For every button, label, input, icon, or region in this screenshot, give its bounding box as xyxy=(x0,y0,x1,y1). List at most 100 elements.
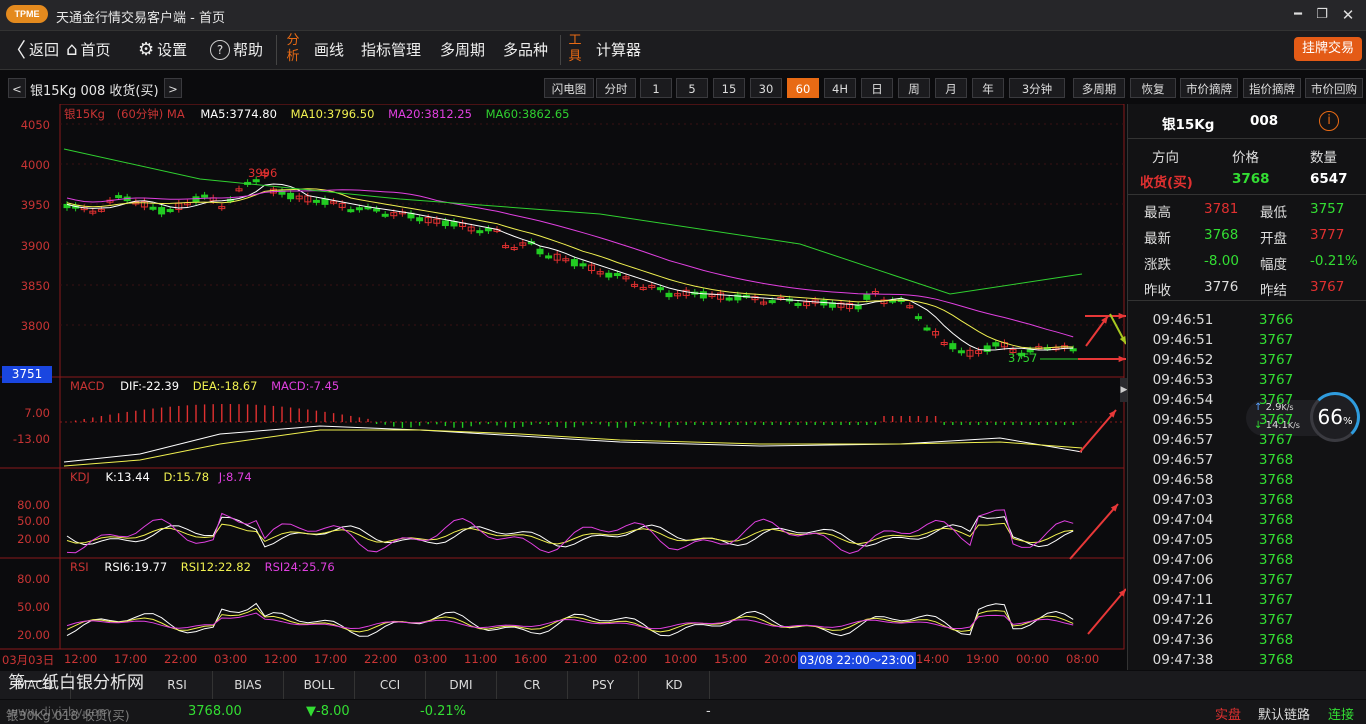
tick-price: 3768 xyxy=(1258,652,1294,668)
annotation-arrow-head xyxy=(1118,355,1126,363)
next-symbol-button[interactable]: > xyxy=(164,78,182,98)
period-button[interactable]: 30 xyxy=(750,78,782,98)
macd-label: MACD xyxy=(70,379,105,393)
indicator-tab[interactable]: BOLL xyxy=(284,671,355,699)
period-button[interactable]: 年 xyxy=(972,78,1004,98)
draw-line-menu[interactable]: 画线 xyxy=(314,31,344,69)
candle-body xyxy=(355,207,363,211)
toolbar-action-button[interactable]: 市价回购 xyxy=(1305,78,1363,98)
candle-body xyxy=(321,198,329,205)
tick-price: 3768 xyxy=(1258,532,1294,548)
candle-body xyxy=(605,272,613,278)
period-button[interactable]: 分时 xyxy=(596,78,636,98)
stat-value: -0.21% xyxy=(1310,253,1358,269)
toolbar-action-button[interactable]: 多周期 xyxy=(1073,78,1125,98)
quote-panel: 银15Kg 008 i 方向 价格 数量 收货(买) 3768 6547 ↑ 2… xyxy=(1127,104,1366,670)
tick-time: 09:47:38 xyxy=(1152,652,1214,668)
home-label: 首页 xyxy=(80,41,111,59)
period-button[interactable]: 5 xyxy=(676,78,708,98)
indicator-tab[interactable]: CR xyxy=(497,671,568,699)
listing-trade-button[interactable]: 挂牌交易 xyxy=(1294,37,1362,61)
back-button[interactable]: 〈 返回 xyxy=(6,31,59,69)
stat-label: 幅度 xyxy=(1260,257,1287,273)
candle-body xyxy=(570,259,578,267)
legend-ma20: MA20:3812.25 xyxy=(388,107,472,121)
help-button[interactable]: ? 帮助 xyxy=(210,31,263,69)
close-icon[interactable]: ✕ xyxy=(1338,6,1358,24)
multi-product-menu[interactable]: 多品种 xyxy=(503,31,548,69)
indicator-tab[interactable]: DMI xyxy=(426,671,497,699)
cpu-usage-gauge[interactable]: 66% xyxy=(1310,392,1360,442)
watermark-url: www.diyizby.com xyxy=(8,705,111,719)
quantity-header: 数量 xyxy=(1310,150,1337,166)
period-button[interactable]: 4H xyxy=(824,78,856,98)
candle-body xyxy=(914,316,922,320)
candle-body xyxy=(115,195,123,199)
indicator-tab[interactable]: BIAS xyxy=(213,671,284,699)
divider xyxy=(1128,138,1366,139)
calculator-menu[interactable]: 计算器 xyxy=(596,31,641,69)
rsi-24: RSI24:25.76 xyxy=(264,560,335,574)
tick-price: 3767 xyxy=(1258,572,1294,588)
kdj-j-line xyxy=(66,509,1074,555)
stat-value: -8.00 xyxy=(1204,253,1239,269)
toolbar-action-button[interactable]: 指价摘牌 xyxy=(1243,78,1301,98)
period-button[interactable]: 月 xyxy=(935,78,967,98)
multi-period-menu[interactable]: 多周期 xyxy=(440,31,485,69)
period-button[interactable]: 日 xyxy=(861,78,893,98)
indicator-tab[interactable]: CCI xyxy=(355,671,426,699)
stat-label: 最低 xyxy=(1260,205,1287,221)
minimize-icon[interactable]: ━ xyxy=(1288,6,1308,24)
tick-price: 3766 xyxy=(1258,312,1294,328)
stat-value: 3757 xyxy=(1310,201,1345,217)
info-icon[interactable]: i xyxy=(1319,111,1339,131)
x-tick-label: 12:00 xyxy=(264,652,298,666)
toolbar-action-button[interactable]: 恢复 xyxy=(1130,78,1176,98)
tools-group-label: 工具 xyxy=(568,33,582,64)
stat-value: 3768 xyxy=(1204,227,1239,243)
toolbar-action-button[interactable]: 市价摘牌 xyxy=(1180,78,1238,98)
rsi-12: RSI12:22.82 xyxy=(180,560,251,574)
home-button[interactable]: ⌂ 首页 xyxy=(66,31,110,69)
indicator-management-menu[interactable]: 指标管理 xyxy=(361,31,421,69)
low-price-label: 3757 xyxy=(1008,351,1038,365)
link-selector[interactable]: 默认链路 xyxy=(1258,704,1310,723)
stat-label: 昨结 xyxy=(1260,283,1287,299)
y-tick: 3950 xyxy=(20,198,50,212)
indicator-tab[interactable]: RSI xyxy=(142,671,213,699)
kdj-label: KDJ xyxy=(70,470,90,484)
period-button[interactable]: 周 xyxy=(898,78,930,98)
period-button[interactable]: 闪电图 xyxy=(544,78,594,98)
tick-time: 09:46:52 xyxy=(1152,352,1214,368)
tick-time: 09:47:06 xyxy=(1152,572,1214,588)
settings-button[interactable]: ⚙ 设置 xyxy=(138,31,187,69)
legend-ma60: MA60:3862.65 xyxy=(485,107,570,121)
period-button[interactable]: 15 xyxy=(713,78,745,98)
indicator-tab[interactable]: PSY xyxy=(568,671,639,699)
status-price: 3768.00 xyxy=(188,704,242,719)
restore-icon[interactable]: ❐ xyxy=(1312,6,1332,24)
indicator-tab[interactable]: KD xyxy=(639,671,710,699)
x-tick-label: 22:00 xyxy=(364,652,398,666)
macd-dif: DIF:-22.39 xyxy=(120,379,180,393)
tick-price: 3767 xyxy=(1258,592,1294,608)
period-button[interactable]: 60 xyxy=(787,78,819,98)
x-tick-label: 03:00 xyxy=(414,652,448,666)
chart-area[interactable]: 银15Kg (60分钟) MA MA5:3774.80 MA10:3796.50… xyxy=(0,104,1126,670)
macd-dea: DEA:-18.67 xyxy=(192,379,258,393)
tick-time: 09:47:11 xyxy=(1152,592,1214,608)
candle-body xyxy=(536,248,544,255)
tick-time: 09:47:06 xyxy=(1152,552,1214,568)
tick-price: 3768 xyxy=(1258,492,1294,508)
x-tick-label: 12:00 xyxy=(64,652,98,666)
tick-price: 3768 xyxy=(1258,632,1294,648)
tick-price: 3767 xyxy=(1258,332,1294,348)
period-button[interactable]: 3分钟 xyxy=(1009,78,1065,98)
candle-body xyxy=(441,220,449,227)
tick-time: 09:46:57 xyxy=(1152,452,1214,468)
tick-time: 09:47:04 xyxy=(1152,512,1214,528)
prev-symbol-button[interactable]: < xyxy=(8,78,26,98)
period-button[interactable]: 1 xyxy=(640,78,672,98)
status-bar: 银30Kg 018 收货(买) www.diyizby.com 3768.00 … xyxy=(0,700,1366,724)
kdj-k-line xyxy=(66,515,1074,548)
